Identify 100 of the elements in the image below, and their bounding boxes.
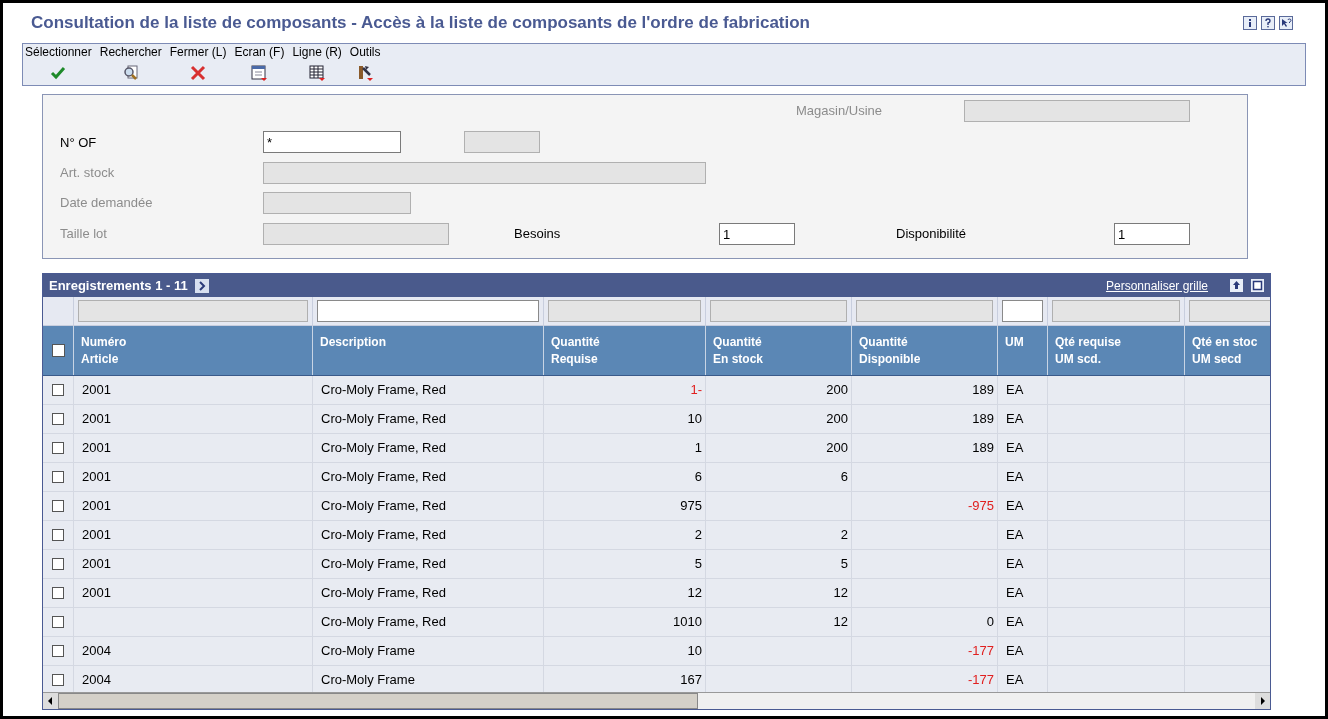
next-page-icon[interactable]	[194, 278, 209, 293]
customize-grid-link[interactable]: Personnaliser grille	[1105, 276, 1208, 295]
column-header[interactable]: Qté en stoc UM secd	[1184, 326, 1270, 375]
table-cell-text: 2001	[82, 526, 111, 545]
column-header[interactable]: UM	[997, 326, 1047, 375]
scroll-left-icon[interactable]	[43, 693, 58, 709]
table-cell-text: 189	[972, 410, 994, 429]
filter-field[interactable]	[1189, 300, 1270, 322]
table-cell-text: EA	[1006, 671, 1024, 690]
column-header[interactable]: Qté requise UM scd.	[1047, 326, 1184, 375]
table-cell-text: Cro-Moly Frame, Red	[321, 439, 446, 458]
table-cell-text: Cro-Moly Frame	[321, 671, 415, 690]
table-cell-text: 12	[833, 613, 848, 632]
row-checkbox[interactable]	[52, 674, 64, 686]
table-cell-text: 2001	[82, 439, 111, 458]
table-cell-text: 10	[687, 410, 702, 429]
column-header[interactable]: Quantité Requise	[543, 326, 705, 375]
input-field[interactable]: *	[263, 131, 401, 153]
table-cell-text: 2	[840, 526, 848, 545]
table-cell-text: 2001	[82, 555, 111, 574]
table-cell-text: 2001	[82, 584, 111, 603]
toolbar-button[interactable]: Outils	[348, 45, 382, 82]
toolbar-button[interactable]: Fermer (L)	[168, 45, 228, 82]
table-cell-text: 1010	[673, 613, 702, 632]
toolbar-button[interactable]: Ligne (R)	[291, 45, 343, 82]
column-header[interactable]: Numéro Article	[73, 326, 312, 375]
filter-field[interactable]	[856, 300, 993, 322]
field-label: Taille lot	[60, 225, 107, 243]
row-checkbox[interactable]	[52, 442, 64, 454]
table-cell-text: 189	[972, 381, 994, 400]
table-cell-text: 167	[680, 671, 702, 690]
table-cell-text: 2001	[82, 381, 111, 400]
row-checkbox[interactable]	[52, 587, 64, 599]
table-cell-text: EA	[1006, 439, 1024, 458]
table-cell-text: 5	[694, 555, 702, 574]
table-cell-text: 2004	[82, 642, 111, 661]
column-header[interactable]: Quantité En stock	[705, 326, 851, 375]
filter-field[interactable]	[710, 300, 847, 322]
help-icon[interactable]	[1261, 16, 1275, 30]
table-cell-text: 5	[840, 555, 848, 574]
filter-field[interactable]	[1002, 300, 1043, 322]
info-icon[interactable]	[1243, 16, 1257, 30]
input-field[interactable]: 1	[719, 223, 795, 245]
input-field[interactable]	[263, 223, 449, 245]
table-cell-text: 2004	[82, 671, 111, 690]
row-checkbox[interactable]	[52, 529, 64, 541]
table-cell-text: EA	[1006, 497, 1024, 516]
row-checkbox[interactable]	[52, 413, 64, 425]
column-header[interactable]: Quantité Disponible	[851, 326, 997, 375]
row-checkbox[interactable]	[52, 384, 64, 396]
table-cell-text: 12	[687, 584, 702, 603]
row-checkbox[interactable]	[52, 500, 64, 512]
filter-field[interactable]	[1052, 300, 1180, 322]
input-field[interactable]: 1	[1114, 223, 1190, 245]
input-field[interactable]	[464, 131, 540, 153]
window-title: Consultation de la liste de composants - Accès à la liste de composants de l'ordre de fabrication	[31, 12, 810, 35]
table-cell-text: 2001	[82, 497, 111, 516]
export-icon[interactable]	[1230, 279, 1243, 292]
table-cell-text: EA	[1006, 642, 1024, 661]
table-cell-text: Cro-Moly Frame, Red	[321, 526, 446, 545]
table-cell-text: Cro-Moly Frame, Red	[321, 468, 446, 487]
table-cell-text: 200	[826, 381, 848, 400]
filter-field[interactable]	[317, 300, 539, 322]
input-field[interactable]	[263, 192, 411, 214]
scroll-right-icon[interactable]	[1255, 693, 1270, 709]
table-cell-text: Cro-Moly Frame, Red	[321, 497, 446, 516]
table-cell-text: 6	[840, 468, 848, 487]
table-cell-text: 12	[833, 584, 848, 603]
row-checkbox[interactable]	[52, 471, 64, 483]
table-cell-text: 200	[826, 410, 848, 429]
table-cell-text: Cro-Moly Frame, Red	[321, 555, 446, 574]
table-cell-text: -975	[967, 497, 994, 516]
field-label: Besoins	[514, 225, 561, 243]
filter-field[interactable]	[78, 300, 308, 322]
table-cell-text: 1	[694, 439, 702, 458]
scrollbar-thumb[interactable]	[58, 693, 698, 709]
table-cell-text: Cro-Moly Frame, Red	[321, 584, 446, 603]
field-label: Disponibilité	[896, 225, 967, 243]
row-checkbox[interactable]	[52, 616, 64, 628]
field-label: N° OF	[60, 134, 97, 152]
table-cell-text: EA	[1006, 526, 1024, 545]
maximize-icon[interactable]	[1251, 279, 1264, 292]
select-all-checkbox[interactable]	[51, 344, 65, 357]
input-field[interactable]	[263, 162, 706, 184]
row-checkbox[interactable]	[52, 645, 64, 657]
table-cell-text: 1-	[690, 381, 702, 400]
table-cell-text: EA	[1006, 555, 1024, 574]
toolbar-button[interactable]: Ecran (F)	[233, 45, 286, 82]
horizontal-scrollbar[interactable]	[43, 692, 1270, 709]
table-cell-text: 2001	[82, 410, 111, 429]
toolbar-button[interactable]: Sélectionner	[24, 45, 93, 82]
table-cell-text: 0	[986, 613, 994, 632]
table-cell-text: 200	[826, 439, 848, 458]
toolbar-button[interactable]: Rechercher	[98, 45, 163, 82]
column-header[interactable]: Description	[312, 326, 543, 375]
filter-field[interactable]	[548, 300, 701, 322]
pointer-help-icon[interactable]	[1279, 16, 1293, 30]
field-label: Magasin/Usine	[796, 102, 882, 120]
row-checkbox[interactable]	[52, 558, 64, 570]
table-cell-text: EA	[1006, 410, 1024, 429]
